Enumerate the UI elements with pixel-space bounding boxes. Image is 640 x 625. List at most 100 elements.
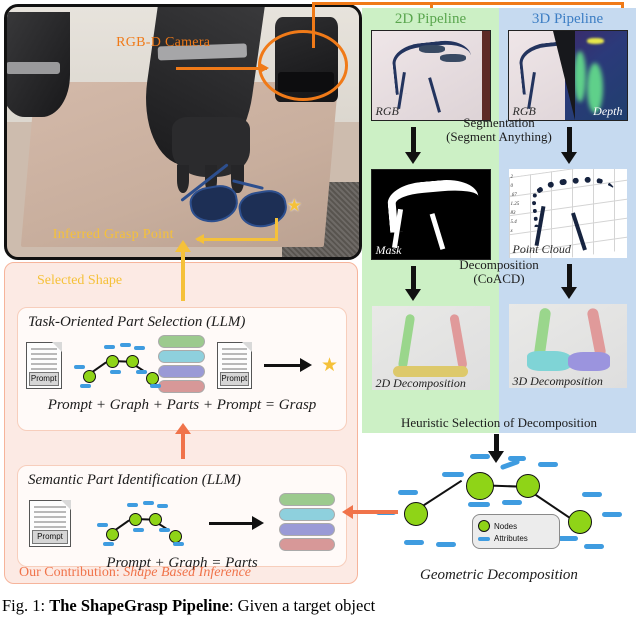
legend-nodes-row: Nodes [478,520,554,532]
graph-attribute [149,384,161,388]
camera-highlight-circle [257,29,349,101]
legend-node-swatch [478,520,490,532]
route-horizontal [312,2,624,5]
decomposition-step-label: Decomposition (CoACD) [362,258,636,285]
selected-shape-label: Selected Shape [37,273,123,288]
caption-rest: : Given a target object [228,596,376,615]
graph-node [105,355,119,368]
figure-caption: Fig. 1: The ShapeGrasp Pipeline: Given a… [2,596,638,617]
part-chip [157,350,205,363]
segmentation-label-line1: Segmentation [463,115,535,130]
semantic-box-row: Prompt [18,491,346,555]
graph-node [125,355,139,368]
tick-6: x [510,229,513,234]
graph-attribute [103,542,114,546]
pipeline-2d: 2D Pipeline RGB Mask 2D Decomposition [362,8,499,433]
part-chip [279,508,335,521]
tick-1: 0 [510,184,514,189]
legend-attributes-row: Attributes [478,534,554,543]
graph-attribute [159,528,170,532]
caption-bold: The ShapeGrasp Pipeline [49,596,229,615]
geo-attribute [508,456,526,461]
semantic-result-arrow [209,515,264,530]
graph-attribute [73,365,85,369]
tick-5: 5.4 [510,220,517,225]
decomposition-2d-caption: 2D Decomposition [375,376,466,390]
segment-green-3d [533,307,552,358]
graph-attribute [127,503,138,507]
robot-scene-photo: ★ RGB-D Camera Inferred Grasp Point [4,4,362,260]
pipeline-3d-rgbd-image: RGB Depth [507,30,628,121]
graph-attribute [119,343,131,347]
grasp-point-star-icon: ★ [286,196,302,215]
gripper-finger-left [177,165,190,193]
part-chip [157,380,205,393]
prompt-tag-3: Prompt [32,529,68,544]
pipeline-panels: 2D Pipeline RGB Mask 2D Decomposition 3D… [362,8,636,433]
geo-attribute [398,490,418,495]
graph-node [129,513,142,526]
contribution-panel: Selected Shape Task-Oriented Part Select… [4,240,358,584]
graph-node [106,528,119,541]
prompt-tag-2: Prompt [219,371,250,386]
tick-0: 2 [510,175,514,180]
geo-node-2 [516,474,540,498]
geometric-decomposition-caption: Geometric Decomposition [420,567,578,583]
contribution-footer-italic: Shape Based Inference [123,565,251,580]
geo-node-4 [568,510,592,534]
robot-gripper [172,117,250,193]
pipeline-3d: 3D Pipeline RGB Depth 2 0 .67 1.25 83 5.… [499,8,636,433]
sunglasses-bridge [232,179,264,190]
legend-attribute-swatch [478,536,490,541]
prompt-document-icon-3: Prompt [29,499,71,547]
task-box-title: Task-Oriented Part Selection (LLM) [28,314,246,330]
prompt-tag-1: Prompt [29,371,59,386]
depth-hotspot [587,38,605,45]
graph-attribute [97,523,108,527]
inferred-grasp-point-label: Inferred Grasp Point [52,227,174,242]
graph-icon-2 [97,500,184,546]
doc-lines [221,347,248,372]
pipeline-2d-mask-image: Mask [370,169,491,260]
geo-node-3 [404,502,428,526]
part-chip [157,365,205,378]
pointcloud-axis-ticks: 2 0 .67 1.25 83 5.4 x [511,173,520,236]
image-edge-strip [482,31,490,120]
graph-icon-1 [73,342,161,388]
geo-attribute [404,540,424,545]
glasses-lens-a [418,45,445,54]
semantic-part-identification-box: Semantic Part Identification (LLM) Promp… [17,465,347,571]
geo-attribute [558,536,578,541]
semantic-box-title: Semantic Part Identification (LLM) [28,472,241,488]
grasp-point-arrow [195,218,279,245]
pipeline-3d-title: 3D Pipeline [531,11,604,27]
robot-arm-left [7,12,71,117]
camera-pointer-arrow [175,63,269,73]
segment-purple-3d [567,351,610,372]
doc-lines [34,505,66,530]
tick-3: 1.25 [510,202,520,207]
decomposition-label-line1: Decomposition [459,257,539,272]
depth-blob-a [573,50,586,103]
contribution-footer: Our Contribution: Shape Based Inference [19,565,251,581]
graph-attribute [103,345,115,349]
decomposition-to-graph-arrow [488,434,504,463]
pipeline-2d-decomposition-image: 2D Decomposition [371,306,490,390]
task-box-equation: Prompt + Graph + Parts + Prompt = Grasp [47,397,317,413]
graph-attribute [133,346,145,350]
glasses-lens-b [439,54,466,63]
semantic-to-task-arrow [175,423,191,459]
tick-2: .67 [510,193,517,198]
segmentation-step-label: Segmentation (Segment Anything) [362,116,636,143]
segment-red-3d [586,307,607,358]
part-chip [279,538,335,551]
geo-attribute [436,542,456,547]
part-chip [279,523,335,536]
part-chip [279,493,335,506]
contribution-footer-prefix: Our Contribution: [19,565,124,580]
decomposition-label-line2: (CoACD) [473,270,525,286]
geo-attribute [470,454,490,459]
legend-nodes-label: Nodes [494,521,518,531]
prompt-document-icon-1: Prompt [26,341,62,389]
rgbd-camera-label: RGB-D Camera [116,34,211,50]
